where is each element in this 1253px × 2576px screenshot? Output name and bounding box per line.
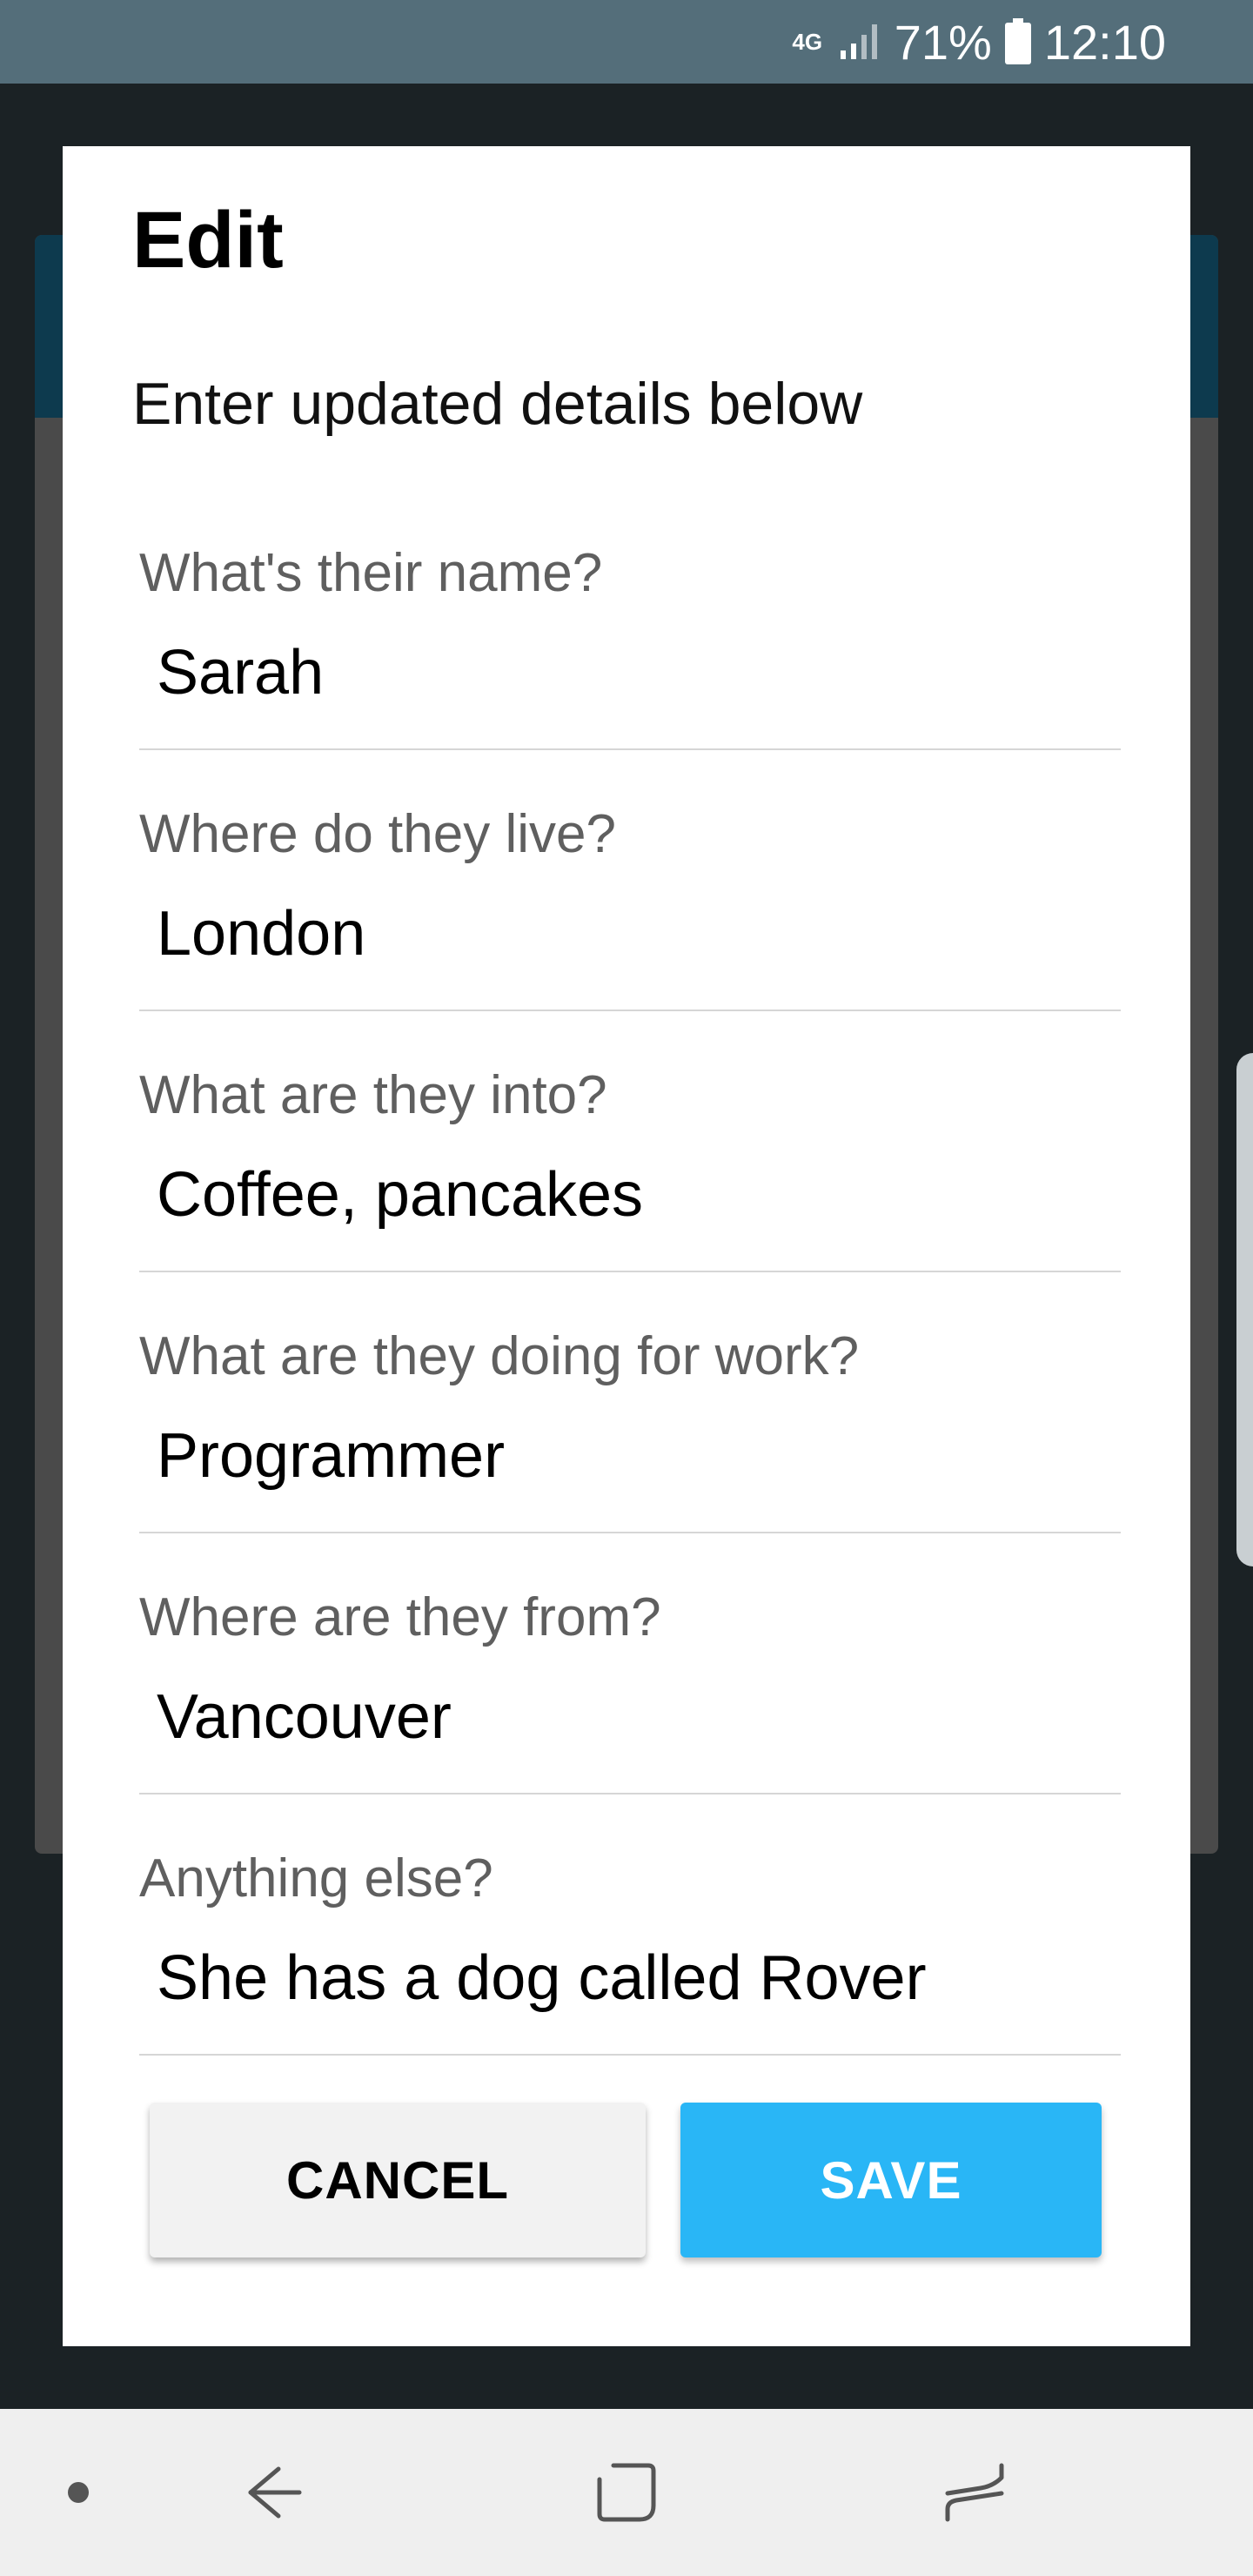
name-input[interactable]	[157, 632, 1114, 714]
name-field: What's their name?	[139, 547, 1121, 808]
save-button[interactable]: SAVE	[680, 2103, 1102, 2257]
status-bar: 4G 71% 12:10	[0, 0, 1253, 84]
name-field-underline	[139, 748, 1121, 750]
origin-field-underline	[139, 1793, 1121, 1794]
back-icon[interactable]	[218, 2409, 331, 2576]
notes-input[interactable]	[157, 1937, 1114, 2019]
dot-icon[interactable]	[35, 2409, 122, 2576]
work-field-label: What are they doing for work?	[139, 1326, 860, 1386]
status-icons: 4G 71% 12:10	[788, 0, 1166, 84]
work-input[interactable]	[157, 1415, 1114, 1497]
dialog-title: Edit	[132, 196, 284, 285]
clock-time: 12:10	[1043, 14, 1166, 70]
origin-input[interactable]	[157, 1676, 1114, 1758]
notes-field-label: Anything else?	[139, 1848, 493, 1909]
interests-field: What are they into?	[139, 1069, 1121, 1330]
navigation-bar	[0, 2409, 1253, 2576]
work-field-underline	[139, 1532, 1121, 1533]
recents-icon[interactable]	[914, 2409, 1035, 2576]
residence-field-label: Where do they live?	[139, 804, 616, 864]
name-field-label: What's their name?	[139, 543, 603, 603]
edit-dialog: Edit Enter updated details below What's …	[63, 146, 1190, 2346]
residence-input[interactable]	[157, 893, 1114, 975]
notes-field-underline	[139, 2054, 1121, 2056]
cancel-button[interactable]: CANCEL	[150, 2103, 646, 2257]
battery-percent: 71%	[894, 14, 992, 70]
origin-field: Where are they from?	[139, 1591, 1121, 1852]
battery-icon	[1004, 18, 1032, 65]
residence-field: Where do they live?	[139, 808, 1121, 1069]
dialog-subtitle: Enter updated details below	[132, 371, 863, 437]
notes-field: Anything else?	[139, 1852, 1121, 2113]
scroll-handle[interactable]	[1236, 1053, 1253, 1566]
home-icon[interactable]	[566, 2409, 687, 2576]
network-type-label: 4G	[792, 29, 823, 55]
interests-input[interactable]	[157, 1154, 1114, 1236]
work-field: What are they doing for work?	[139, 1330, 1121, 1591]
interests-field-label: What are they into?	[139, 1065, 607, 1125]
residence-field-underline	[139, 1010, 1121, 1011]
signal-icon	[839, 23, 882, 61]
interests-field-underline	[139, 1271, 1121, 1272]
origin-field-label: Where are they from?	[139, 1587, 661, 1647]
